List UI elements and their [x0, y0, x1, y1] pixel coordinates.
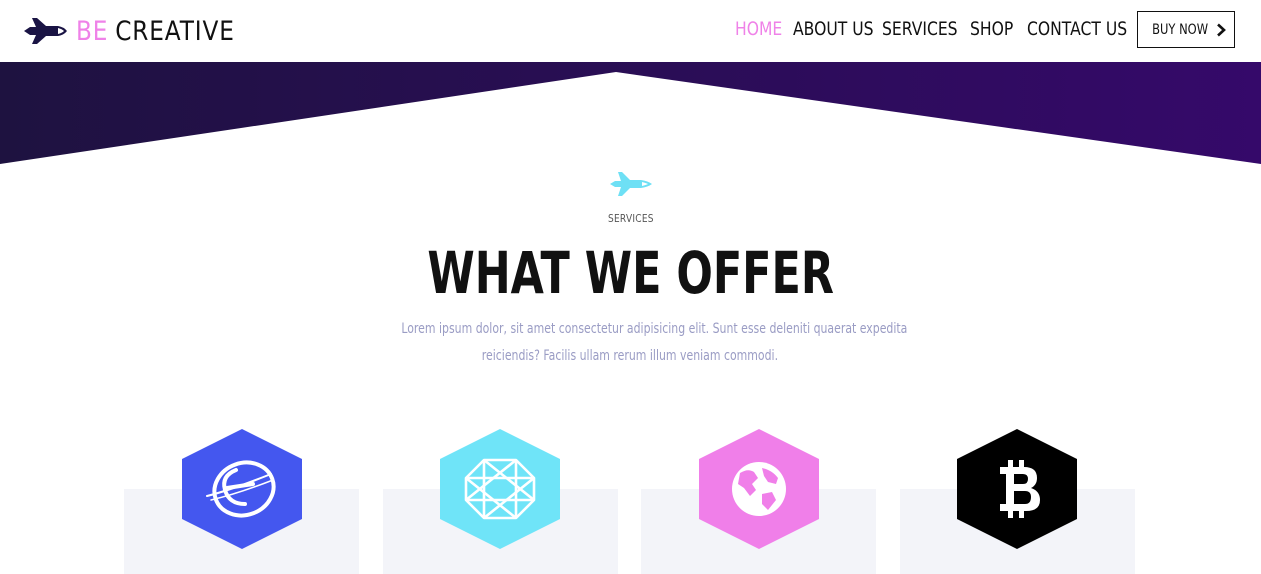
section-title: WHAT WE OFFER — [0, 238, 1261, 308]
nav-shop[interactable]: SHOP — [970, 18, 1013, 40]
nav-home[interactable]: HOME — [735, 18, 782, 40]
nav-about-us[interactable]: ABOUT US — [793, 18, 874, 40]
buy-now-button[interactable]: BUY NOW — [1137, 11, 1235, 48]
service-hexagon — [440, 429, 560, 549]
globe-icon — [732, 462, 786, 516]
brand-name: BE CREATIVE — [76, 16, 235, 47]
service-hexagon — [957, 429, 1077, 549]
brand-name-text: CREATIVE — [115, 15, 235, 47]
section-description: Lorem ipsum dolor, sit amet consectetur … — [330, 316, 930, 370]
chevron-right-icon — [1217, 23, 1227, 36]
eyebrow-text: SERVICES — [607, 212, 654, 225]
hero-banner — [0, 62, 1261, 164]
section-eyebrow: SERVICES — [0, 212, 1261, 225]
title-text: WHAT WE OFFER — [427, 239, 834, 307]
description-line-1: Lorem ipsum dolor, sit amet consectetur … — [401, 321, 908, 337]
buy-now-label: BUY NOW — [1152, 21, 1208, 38]
service-hexagon — [182, 429, 302, 549]
brand-logo[interactable]: BE CREATIVE — [22, 13, 261, 49]
space-shuttle-icon — [24, 18, 67, 44]
description-line-2: reiciendis? Facilis ullam rerum illum ve… — [481, 348, 779, 364]
space-shuttle-icon — [610, 172, 652, 196]
nav-services[interactable]: SERVICES — [882, 18, 958, 40]
brand-prefix: BE — [76, 15, 109, 47]
service-hexagon — [699, 429, 819, 549]
site-header: BE CREATIVE HOME ABOUT US SERVICES SHOP C… — [0, 0, 1261, 62]
nav-contact-us[interactable]: CONTACT US — [1027, 18, 1127, 40]
